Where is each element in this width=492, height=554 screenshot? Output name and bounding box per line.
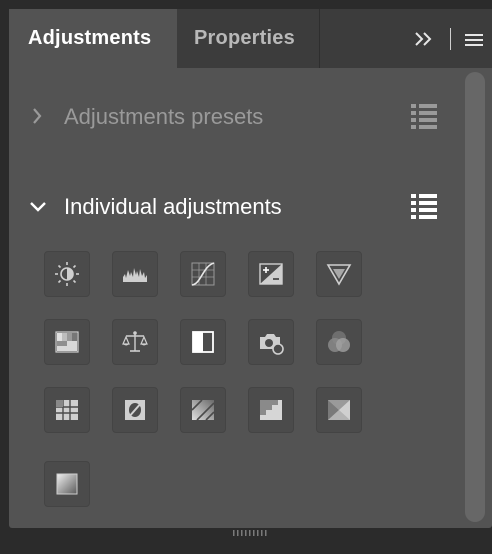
section-presets-label: Adjustments presets bbox=[64, 104, 264, 129]
individual-list-icon[interactable] bbox=[409, 192, 439, 220]
selective-color-icon bbox=[328, 400, 350, 420]
black-white-icon bbox=[192, 331, 214, 353]
photo-filter-button[interactable] bbox=[248, 319, 294, 365]
selective-color-button[interactable] bbox=[316, 387, 362, 433]
color-balance-icon bbox=[55, 331, 79, 353]
double-chevron-right-icon[interactable] bbox=[413, 28, 435, 50]
tab-adjustments[interactable]: Adjustments bbox=[9, 9, 177, 68]
color-balance-button[interactable] bbox=[44, 319, 90, 365]
black-white-button[interactable] bbox=[180, 319, 226, 365]
brightness-contrast-icon bbox=[55, 262, 79, 286]
color-lookup-button[interactable] bbox=[44, 387, 90, 433]
section-individual-adjustments[interactable]: Individual adjustments bbox=[26, 194, 456, 222]
brightness-contrast-button[interactable] bbox=[44, 251, 90, 297]
resize-grip-icon[interactable] bbox=[231, 528, 271, 538]
curves-icon bbox=[191, 262, 215, 286]
chevron-down-icon[interactable] bbox=[26, 194, 50, 218]
panel-tab-bar: Adjustments Properties bbox=[9, 9, 492, 68]
channel-mixer-button[interactable] bbox=[316, 319, 362, 365]
vibrance-button[interactable] bbox=[316, 251, 362, 297]
tab-properties-label: Properties bbox=[194, 27, 295, 49]
exposure-button[interactable] bbox=[248, 251, 294, 297]
invert-icon bbox=[125, 400, 145, 420]
threshold-icon bbox=[260, 400, 282, 420]
posterize-icon bbox=[191, 399, 215, 421]
threshold-button[interactable] bbox=[248, 387, 294, 433]
exposure-icon bbox=[259, 263, 283, 285]
gradient-map-button[interactable] bbox=[44, 461, 90, 507]
vibrance-icon bbox=[326, 264, 352, 286]
channel-mixer-icon bbox=[328, 331, 350, 352]
section-adjustments-presets[interactable]: Adjustments presets bbox=[26, 104, 456, 132]
levels-icon bbox=[123, 268, 147, 282]
tab-adjustments-label: Adjustments bbox=[28, 27, 152, 49]
curves-button[interactable] bbox=[180, 251, 226, 297]
hue-saturation-icon bbox=[122, 331, 148, 352]
color-lookup-icon bbox=[56, 400, 78, 420]
posterize-button[interactable] bbox=[180, 387, 226, 433]
levels-button[interactable] bbox=[112, 251, 158, 297]
presets-list-icon[interactable] bbox=[409, 102, 439, 130]
chevron-right-icon[interactable] bbox=[26, 104, 50, 128]
invert-button[interactable] bbox=[112, 387, 158, 433]
gradient-map-icon bbox=[56, 473, 78, 495]
tab-properties[interactable]: Properties bbox=[177, 9, 320, 68]
section-individual-label: Individual adjustments bbox=[64, 194, 282, 219]
panel-scrollbar[interactable] bbox=[465, 72, 485, 522]
photo-filter-icon bbox=[260, 334, 284, 355]
tabbar-separator bbox=[450, 28, 451, 50]
hue-saturation-button[interactable] bbox=[112, 319, 158, 365]
panel-menu-icon[interactable] bbox=[463, 29, 485, 51]
